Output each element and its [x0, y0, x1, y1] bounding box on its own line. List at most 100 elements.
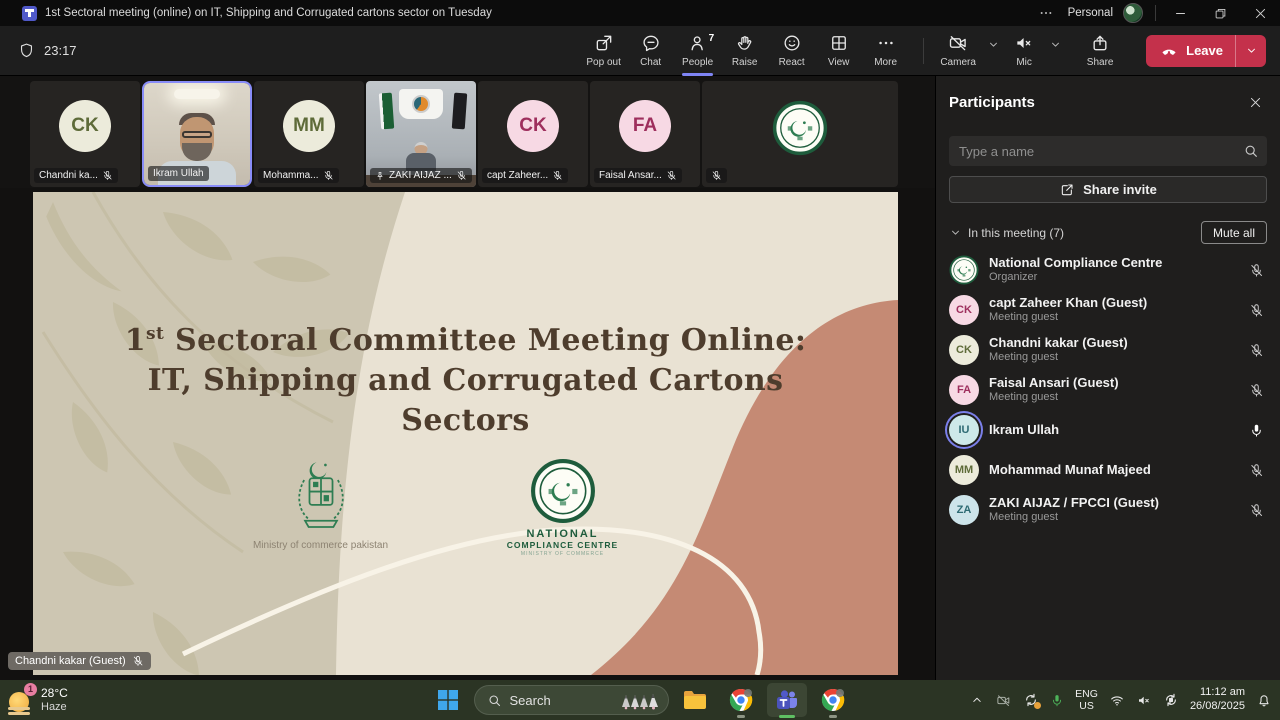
- teams-taskbar-icon[interactable]: [767, 683, 807, 717]
- taskbar-clock[interactable]: 11:12 am 26/08/2025: [1190, 686, 1245, 714]
- chrome-icon-1[interactable]: [721, 680, 761, 720]
- leave-options-chevron[interactable]: [1236, 35, 1266, 67]
- more-button[interactable]: More: [862, 26, 909, 76]
- pakistan-emblem-icon: [290, 458, 352, 534]
- more-label: More: [874, 57, 897, 68]
- mic-off-icon[interactable]: [1245, 343, 1267, 358]
- mic-off-icon[interactable]: [1245, 303, 1267, 318]
- battery-saver-icon[interactable]: [1163, 692, 1179, 708]
- video-tile-ikram[interactable]: Ikram Ullah: [142, 81, 252, 187]
- participant-row-mohammad[interactable]: MM Mohammad Munaf Majeed: [949, 450, 1267, 490]
- react-button[interactable]: React: [768, 26, 815, 76]
- mic-off-icon: [552, 170, 563, 181]
- wifi-icon[interactable]: [1109, 693, 1125, 708]
- mic-off-icon[interactable]: [1245, 263, 1267, 278]
- close-window-button[interactable]: [1240, 0, 1280, 26]
- video-filmstrip: CK Chandni ka... Ikram Ullah MM: [0, 76, 935, 188]
- ncc-logo-avatar: [949, 255, 979, 285]
- participant-row-zaheer[interactable]: CK capt Zaheer Khan (Guest) Meeting gues…: [949, 290, 1267, 330]
- video-tile-zaki[interactable]: ZAKI AIJAZ ...: [366, 81, 476, 187]
- mic-off-icon[interactable]: [1245, 463, 1267, 478]
- fpcci-crest: [412, 95, 430, 113]
- taskbar-search[interactable]: Search: [474, 685, 669, 715]
- notification-bell-icon[interactable]: [1256, 692, 1272, 708]
- camera-muted-tray-icon[interactable]: [995, 693, 1012, 708]
- search-input[interactable]: [959, 144, 1243, 159]
- close-panel-button[interactable]: [1243, 90, 1267, 114]
- participant-row-zaki[interactable]: ZA ZAKI AIJAZ / FPCCI (Guest) Meeting gu…: [949, 490, 1267, 530]
- mic-button[interactable]: Mic: [1002, 26, 1046, 76]
- avatar: MM: [949, 455, 979, 485]
- video-tile-ncc[interactable]: [702, 81, 898, 187]
- windows-taskbar: 1 28°C Haze Search: [0, 680, 1280, 720]
- teams-app-icon: [22, 6, 37, 21]
- people-count-badge: 7: [709, 33, 715, 44]
- popout-button[interactable]: Pop out: [580, 26, 627, 76]
- mic-in-use-icon[interactable]: [1050, 693, 1064, 708]
- chrome-icon-2[interactable]: [813, 680, 853, 720]
- share-invite-button[interactable]: Share invite: [949, 176, 1267, 203]
- meeting-stage-column: CK Chandni ka... Ikram Ullah MM: [0, 76, 935, 680]
- restore-button[interactable]: [1200, 0, 1240, 26]
- leave-button[interactable]: Leave: [1160, 42, 1223, 60]
- ministry-logo-block: Ministry of commerce pakistan: [233, 458, 408, 551]
- participant-row-chandni[interactable]: CK Chandni kakar (Guest) Meeting guest: [949, 330, 1267, 370]
- participants-title: Participants: [949, 94, 1243, 111]
- close-icon: [1248, 95, 1263, 110]
- mic-off-icon: [456, 170, 467, 181]
- audio-off-icon: [1013, 33, 1035, 53]
- ncc-logo: [530, 458, 596, 524]
- hidden-icons-chevron[interactable]: [970, 693, 984, 707]
- meeting-toolbar: 23:17 Pop out Chat 7 People Raise: [0, 26, 1280, 76]
- mic-off-icon: [666, 170, 677, 181]
- share-button[interactable]: Share: [1074, 26, 1126, 76]
- ncc-logo: [772, 100, 828, 156]
- tile-name-label: Mohamma...: [258, 168, 339, 183]
- mic-off-icon: [323, 170, 334, 181]
- language-indicator[interactable]: ENG US: [1075, 688, 1098, 712]
- start-button[interactable]: [428, 680, 468, 720]
- participant-row-ikram[interactable]: IU Ikram Ullah: [949, 410, 1267, 450]
- video-tile-chandni[interactable]: CK Chandni ka...: [30, 81, 140, 187]
- video-tile-faisal[interactable]: FA Faisal Ansar...: [590, 81, 700, 187]
- mic-options-chevron[interactable]: [1046, 20, 1064, 70]
- video-tile-zaheer[interactable]: CK capt Zaheer...: [478, 81, 588, 187]
- avatar: CK: [507, 100, 559, 152]
- weather-badge: 1: [24, 683, 37, 696]
- file-explorer-icon[interactable]: [675, 680, 715, 720]
- view-label: View: [828, 57, 850, 68]
- chat-button[interactable]: Chat: [627, 26, 674, 76]
- video-tile-mohammad[interactable]: MM Mohamma...: [254, 81, 364, 187]
- update-pending-icon[interactable]: [1023, 692, 1039, 708]
- mute-all-button[interactable]: Mute all: [1201, 221, 1267, 244]
- camera-options-chevron[interactable]: [984, 20, 1002, 70]
- participant-row-faisal[interactable]: FA Faisal Ansari (Guest) Meeting guest: [949, 370, 1267, 410]
- weather-widget[interactable]: 1 28°C Haze: [8, 686, 68, 714]
- participant-row-ncc[interactable]: National Compliance Centre Organizer: [949, 250, 1267, 290]
- avatar-initials: CK: [519, 115, 546, 137]
- camera-button[interactable]: Camera: [932, 26, 984, 76]
- tile-name-label: ZAKI AIJAZ ...: [370, 168, 472, 183]
- mic-on-icon[interactable]: [1245, 423, 1267, 438]
- mic-off-icon[interactable]: [1245, 383, 1267, 398]
- avatar: FA: [619, 100, 671, 152]
- mic-off-icon[interactable]: [1245, 503, 1267, 518]
- shield-icon: [18, 42, 35, 59]
- minimize-button[interactable]: [1160, 0, 1200, 26]
- profile-avatar[interactable]: [1123, 3, 1143, 23]
- raise-hand-button[interactable]: Raise: [721, 26, 768, 76]
- in-meeting-section-header[interactable]: In this meeting (7) Mute all: [949, 221, 1267, 244]
- participant-list: National Compliance Centre Organizer CK …: [949, 250, 1267, 530]
- volume-muted-icon[interactable]: [1136, 693, 1152, 708]
- more-dots-icon: [876, 33, 896, 53]
- participants-header: Participants: [949, 90, 1267, 114]
- camera-off-icon: [947, 33, 969, 53]
- view-button[interactable]: View: [815, 26, 862, 76]
- chat-icon: [641, 33, 661, 53]
- participant-search[interactable]: [949, 136, 1267, 166]
- profile-label[interactable]: Personal: [1068, 7, 1113, 19]
- share-screen-icon: [1090, 33, 1110, 53]
- camera-group: Camera: [932, 26, 1002, 76]
- running-indicator: [829, 715, 837, 718]
- people-button[interactable]: 7 People: [674, 26, 721, 76]
